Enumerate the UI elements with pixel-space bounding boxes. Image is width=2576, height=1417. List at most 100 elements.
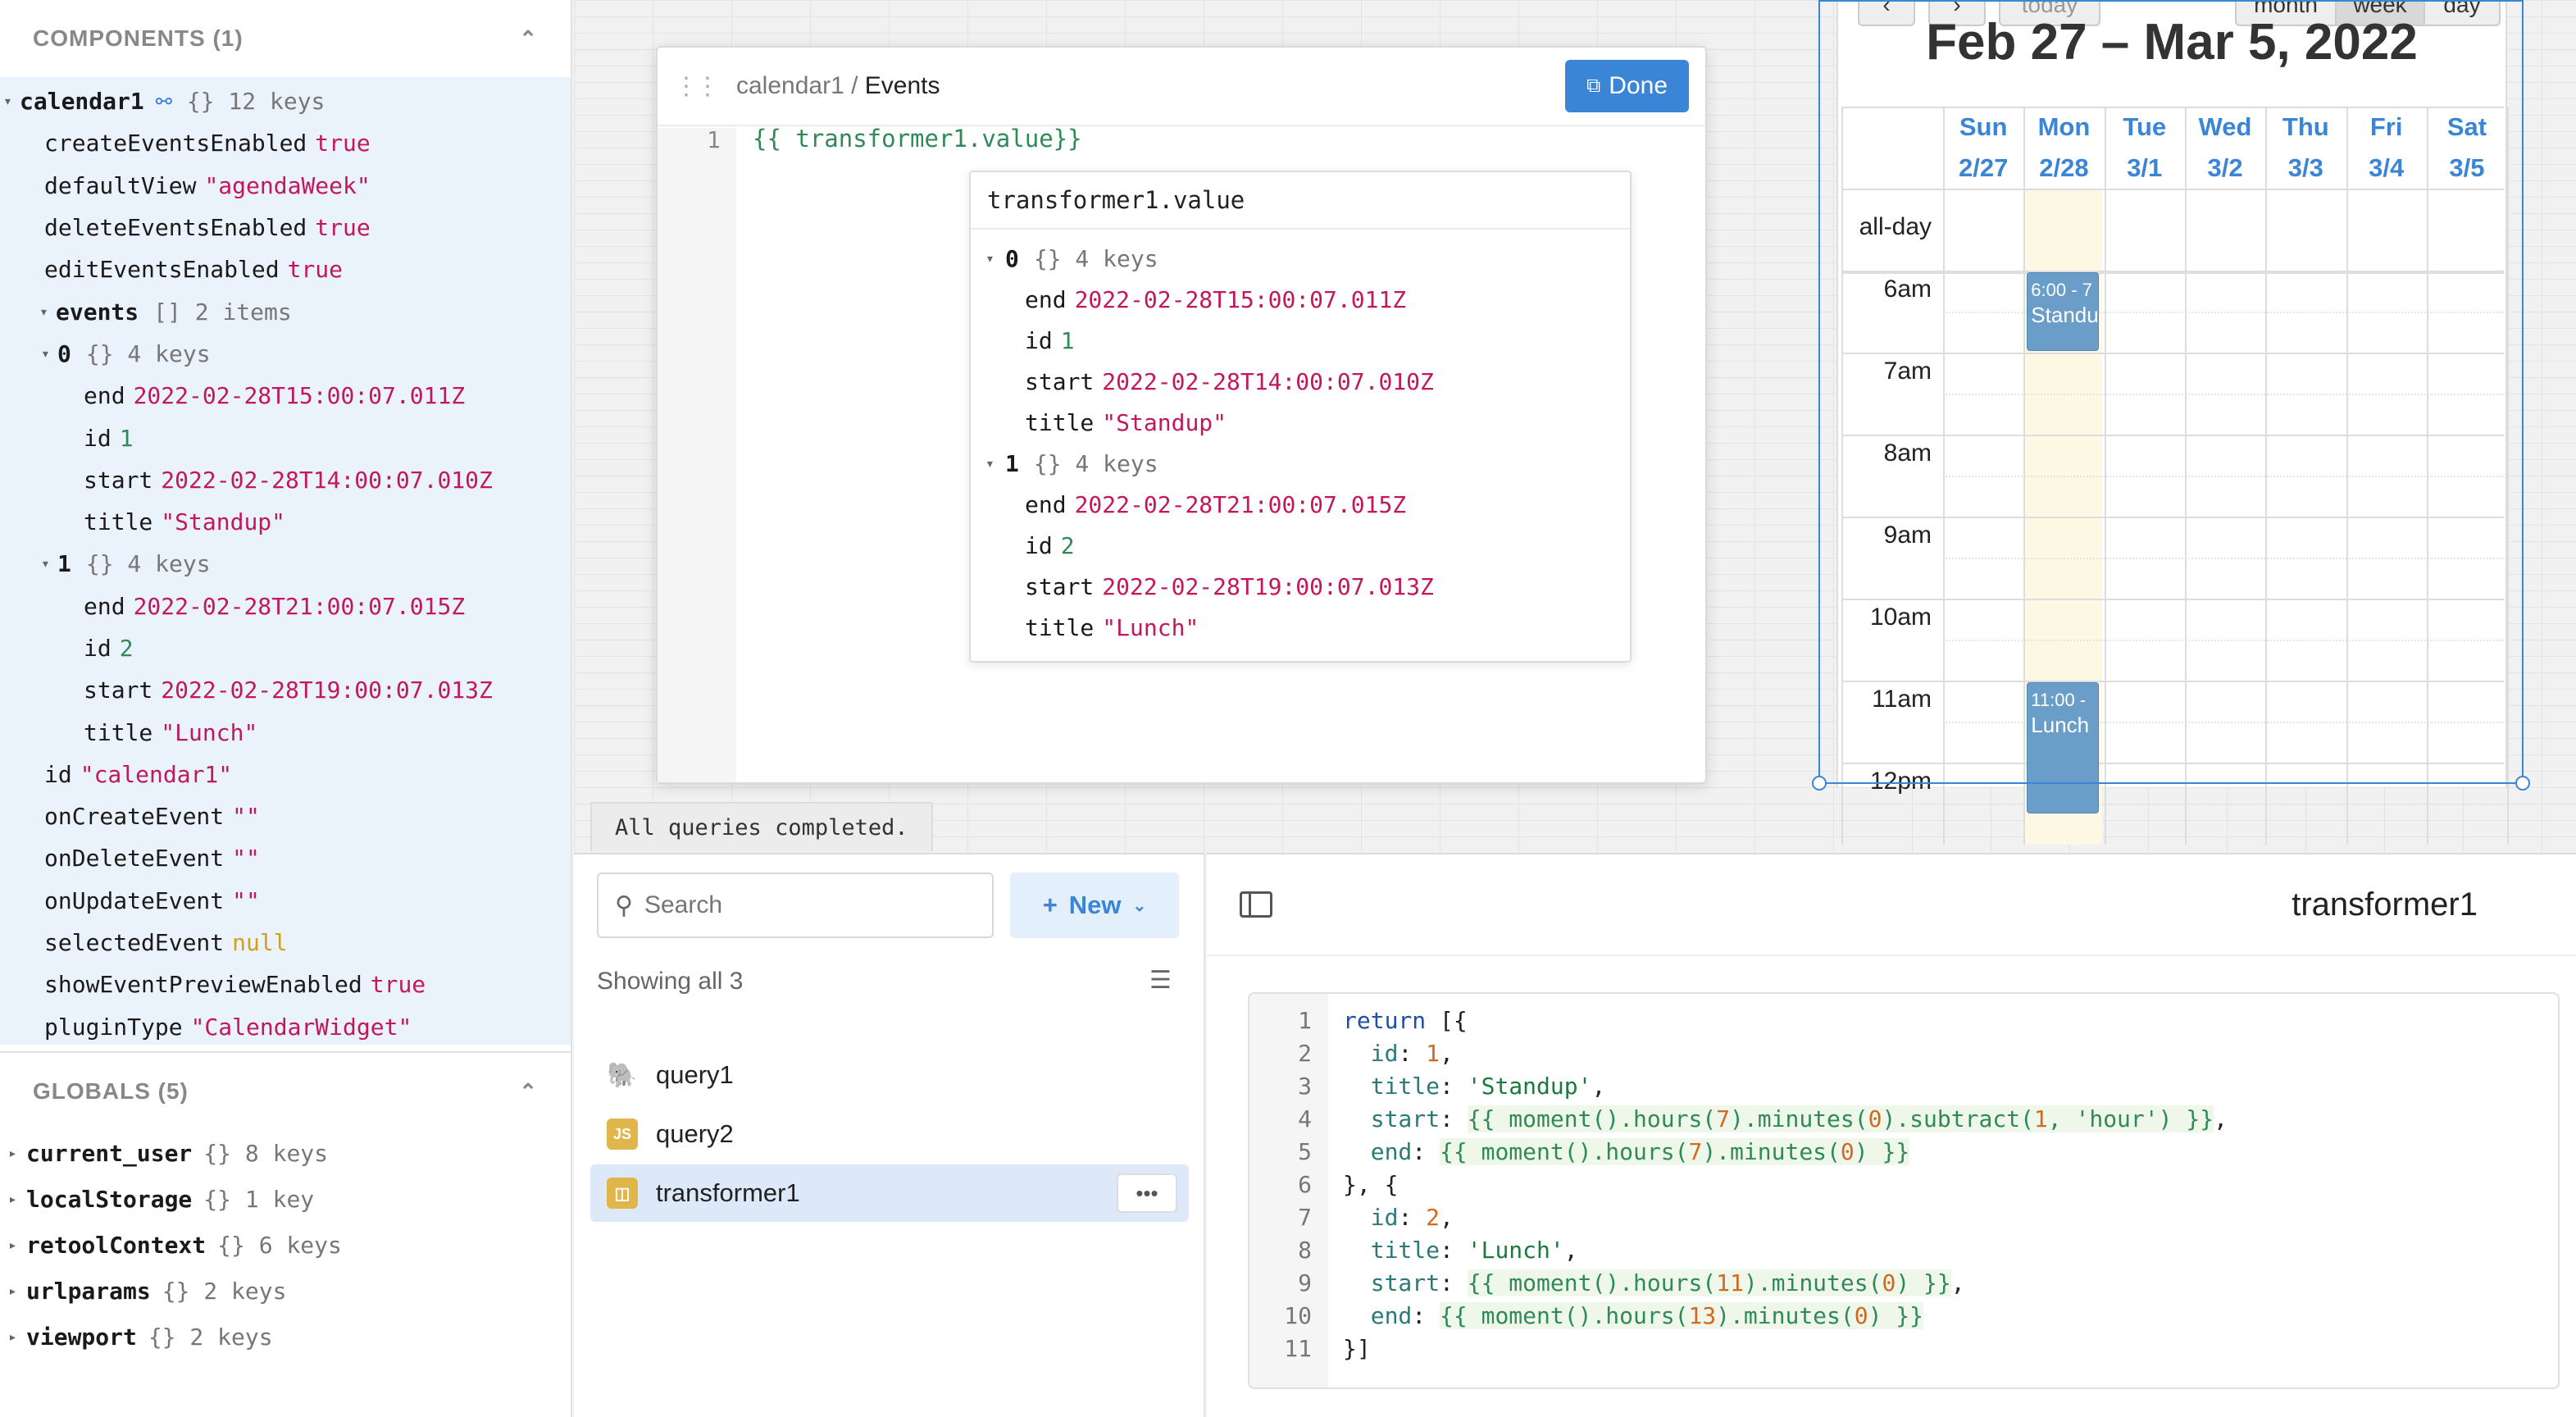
chevron-up-icon[interactable]: ⌃ [519, 1079, 538, 1105]
expand-caret-icon[interactable]: ▾ [3, 93, 20, 110]
state-tree-row: end 2022-02-28T15:00:07.011Z [0, 375, 571, 417]
components-section-header[interactable]: COMPONENTS (1) ⌃ [0, 0, 571, 77]
chevron-up-icon[interactable]: ⌃ [519, 26, 538, 52]
state-value: "" [232, 845, 260, 873]
day-header-sun[interactable]: Sun 2/27 [1943, 107, 2023, 189]
editor-title: transformer1 [2292, 886, 2478, 923]
search-box[interactable]: ⚲ [597, 873, 994, 938]
new-query-button[interactable]: + New ⌄ [1010, 873, 1179, 938]
expand-caret-icon[interactable]: ▾ [985, 250, 1005, 267]
breadcrumb-parent[interactable]: calendar1 [736, 72, 844, 100]
query-item-transformer1[interactable]: ◫ transformer1 ••• [590, 1164, 1189, 1222]
global-row-localStorage[interactable]: ▸ localStorage {} 1 key [0, 1176, 571, 1222]
popup-key: end [1025, 490, 1067, 518]
global-meta: {} 2 keys [162, 1277, 287, 1305]
grid-line [1841, 189, 2504, 190]
state-key: 0 [57, 339, 71, 367]
grid-vline [2426, 107, 2428, 845]
done-button[interactable]: ⧉ Done [1565, 60, 1689, 112]
calendar-event[interactable]: 11:00 - Lunch [2027, 682, 2100, 813]
transformer-code-editor[interactable]: 1 return [{ 2 id: 1, 3 title: 'Standup', … [1248, 992, 2560, 1389]
state-key: title [84, 508, 153, 536]
global-key: retoolContext [26, 1231, 207, 1259]
day-header-fri[interactable]: Fri 3/4 [2346, 107, 2427, 189]
state-tree-row: selectedEvent null [0, 922, 571, 964]
state-tree-row: title "Lunch" [0, 711, 571, 753]
popup-tree-row[interactable]: ▾ 0 {} 4 keys [971, 238, 1630, 279]
postgres-icon: 🐘 [607, 1059, 638, 1091]
grid-vline [2346, 107, 2348, 845]
grid-vline [1943, 107, 1945, 845]
day-date: 3/2 [2207, 153, 2243, 182]
grid-half-line [1943, 394, 2504, 395]
global-meta: {} 8 keys [203, 1139, 329, 1167]
day-header-tue[interactable]: Tue 3/1 [2105, 107, 2185, 189]
state-value: true [315, 130, 371, 157]
expand-caret-icon[interactable]: ▸ [8, 1191, 26, 1208]
filter-icon[interactable]: ☰ [1149, 966, 1172, 995]
globals-section-header[interactable]: GLOBALS (5) ⌃ [0, 1053, 571, 1130]
expand-caret-icon[interactable]: ▾ [41, 555, 57, 572]
query-item-query2[interactable]: JS query2 [590, 1105, 1189, 1163]
hour-label: 9am [1883, 522, 1932, 549]
global-row-current_user[interactable]: ▸ current_user {} 8 keys [0, 1130, 571, 1176]
state-tree-row: start 2022-02-28T14:00:07.010Z [0, 459, 571, 501]
hour-label: 8am [1883, 440, 1932, 467]
expand-caret-icon[interactable]: ▸ [8, 1145, 26, 1162]
state-tree-row: pluginType "CalendarWidget" [0, 1006, 571, 1048]
dependency-graph-icon[interactable]: ⚯ [156, 90, 172, 113]
popup-key: title [1025, 408, 1095, 436]
state-tree-row: defaultView "agendaWeek" [0, 165, 571, 207]
query-name: transformer1 [656, 1178, 800, 1207]
expand-caret-icon[interactable]: ▾ [985, 455, 1005, 472]
state-meta: {} 4 keys [85, 339, 211, 367]
global-row-viewport[interactable]: ▸ viewport {} 2 keys [0, 1314, 571, 1360]
expand-caret-icon[interactable]: ▸ [8, 1237, 26, 1254]
day-header-thu[interactable]: Thu 3/3 [2265, 107, 2346, 189]
all-day-label: all-day [1859, 213, 1932, 240]
calendar-event[interactable]: 6:00 - 7 Standu [2027, 272, 2100, 351]
more-options-button[interactable]: ••• [1117, 1173, 1177, 1213]
state-tree-row: id 1 [0, 417, 571, 458]
popup-key: id [1025, 531, 1053, 559]
day-header-wed[interactable]: Wed 3/2 [2185, 107, 2265, 189]
day-date: 3/5 [2449, 153, 2485, 182]
day-header-mon[interactable]: Mon 2/28 [2023, 107, 2104, 189]
hour-label: 10am [1869, 604, 1932, 631]
expand-caret-icon[interactable]: ▾ [41, 345, 57, 362]
state-key: onUpdateEvent [44, 886, 225, 914]
breadcrumb-separator: / [844, 72, 865, 99]
sidebar-toggle-icon[interactable] [1240, 891, 1272, 918]
state-value: 2022-02-28T21:00:07.015Z [133, 592, 466, 620]
state-value: true [315, 214, 371, 242]
grid-line [1841, 517, 2504, 518]
expand-caret-icon[interactable]: ▸ [8, 1283, 26, 1300]
popup-key: start [1025, 367, 1095, 395]
popup-tree-row: title "Standup" [971, 402, 1630, 443]
popup-tree-row: id 1 [971, 320, 1630, 361]
day-header-sat[interactable]: Sat 3/5 [2427, 107, 2507, 189]
state-key: title [84, 718, 153, 746]
search-icon: ⚲ [615, 891, 633, 919]
state-tree-row[interactable]: ▾ events [] 2 items [0, 290, 571, 332]
state-value: "" [232, 803, 260, 831]
components-header-label: COMPONENTS (1) [33, 25, 243, 51]
event-title: Lunch [2031, 713, 2090, 737]
expand-caret-icon[interactable]: ▾ [39, 303, 56, 321]
grid-half-line [1943, 558, 2504, 559]
popup-tree-row[interactable]: ▾ 1 {} 4 keys [971, 443, 1630, 484]
state-tree-row[interactable]: ▾ calendar1 ⚯ {} 12 keys [0, 80, 571, 122]
code-line[interactable]: {{ transformer1.value}} [753, 125, 1082, 153]
drag-handle-icon[interactable]: ⋮⋮ [674, 72, 720, 101]
global-row-retoolContext[interactable]: ▸ retoolContext {} 6 keys [0, 1222, 571, 1268]
query-name: query1 [656, 1060, 734, 1089]
global-row-urlparams[interactable]: ▸ urlparams {} 2 keys [0, 1268, 571, 1314]
expand-caret-icon[interactable]: ▸ [8, 1328, 26, 1346]
calendar-widget[interactable]: ‹ › today month week day Feb 27 – Mar 5,… [1836, 0, 2510, 845]
popup-tree-row: id 2 [971, 525, 1630, 566]
state-tree-row[interactable]: ▾ 0 {} 4 keys [0, 333, 571, 375]
state-key: showEventPreviewEnabled [44, 971, 362, 999]
query-item-query1[interactable]: 🐘 query1 [590, 1046, 1189, 1104]
state-tree-row[interactable]: ▾ 1 {} 4 keys [0, 543, 571, 585]
search-input[interactable] [644, 891, 940, 919]
